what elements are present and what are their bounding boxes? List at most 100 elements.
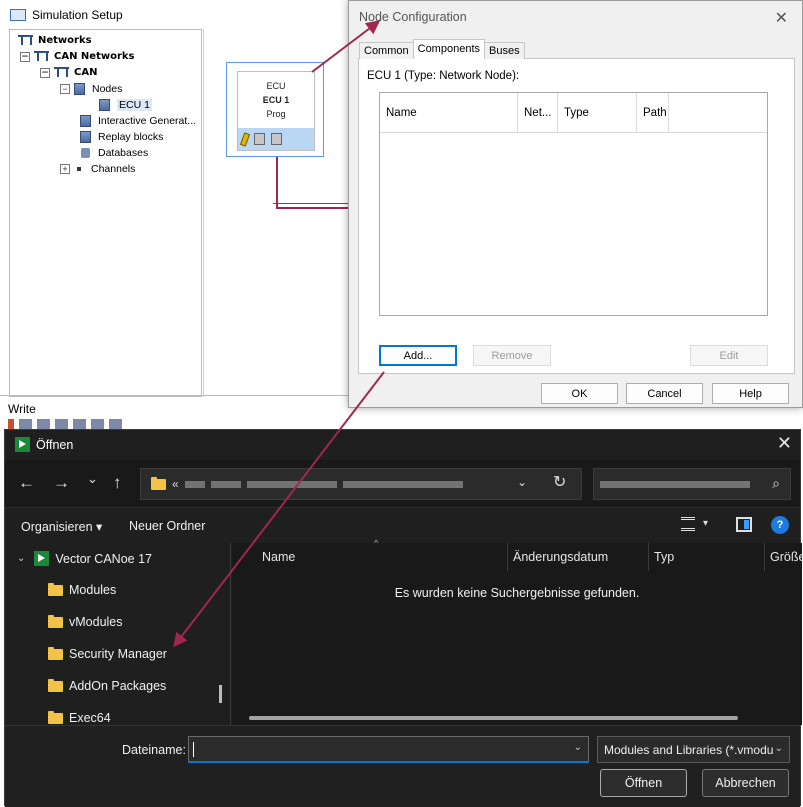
toolbar-icon[interactable] [8, 419, 14, 429]
tree-item-replay-blocks[interactable]: Replay blocks [80, 131, 163, 143]
preview-pane-icon[interactable] [736, 517, 752, 532]
replay-icon [80, 131, 91, 143]
sidebar-item-vmodules[interactable]: vModules [48, 614, 123, 629]
document-icon[interactable] [254, 133, 265, 145]
folder-icon [48, 646, 63, 660]
tab-common[interactable]: Common [359, 42, 414, 59]
tree-item-can-networks[interactable]: − CAN Networks [20, 51, 135, 62]
tree-item-interactive-generator[interactable]: Interactive Generat... [80, 115, 196, 127]
navigation-pane[interactable]: ⌄ Vector CANoe 17 Modules vModules Secur… [5, 543, 231, 725]
tree-item-label: CAN Networks [54, 51, 135, 62]
toolbar-icon[interactable] [55, 419, 68, 429]
component-icon[interactable] [271, 133, 282, 145]
sidebar-item-label: Exec64 [69, 711, 111, 725]
tree-item-databases[interactable]: Databases [81, 147, 148, 159]
open-button[interactable]: Öffnen [600, 769, 687, 797]
toolbar-icon[interactable] [91, 419, 104, 429]
toolbar-icon[interactable] [37, 419, 50, 429]
tab-components[interactable]: Components [412, 39, 485, 59]
sidebar-item-modules[interactable]: Modules [48, 582, 117, 597]
forward-arrow-icon[interactable]: → [53, 473, 70, 493]
collapse-icon[interactable]: − [20, 51, 30, 62]
cancel-button[interactable]: Abbrechen [702, 769, 789, 797]
add-button[interactable]: Add... [379, 345, 457, 366]
filename-input[interactable]: ⌄ [188, 736, 589, 763]
sidebar-item-security-manager[interactable]: Security Manager [48, 646, 167, 661]
write-toolbar [8, 419, 188, 429]
toolbar-icon[interactable] [109, 419, 122, 429]
collapse-icon[interactable]: − [60, 84, 70, 94]
search-input[interactable]: ⌕ [593, 468, 791, 500]
toolbar-icon[interactable] [19, 419, 32, 429]
tree-item-can[interactable]: − CAN [40, 67, 97, 78]
sidebar-item-vector-canoe[interactable]: ⌄ Vector CANoe 17 [17, 551, 152, 566]
toolbar-icon[interactable] [73, 419, 86, 429]
redacted-path-segment [342, 480, 463, 488]
components-table[interactable]: Name Net... Type Path [379, 92, 768, 316]
column-header-name[interactable]: ^ Name [232, 538, 508, 571]
sidebar-scrollbar[interactable] [219, 685, 222, 703]
help-icon[interactable]: ? [771, 516, 789, 534]
generator-icon [80, 115, 91, 127]
column-header-name[interactable]: Name [380, 93, 518, 133]
refresh-icon[interactable]: ↻ [553, 472, 566, 492]
folder-icon [48, 678, 63, 692]
redacted-path-segment [210, 480, 241, 488]
ecu-node-block[interactable]: ECU ECU 1 Prog [226, 62, 324, 157]
new-folder-button[interactable]: Neuer Ordner [129, 519, 205, 533]
column-header-type[interactable]: Type [558, 93, 637, 133]
node-icon [99, 99, 110, 111]
column-header-type[interactable]: Typ [649, 543, 765, 571]
tree-item-label: ECU 1 [117, 99, 152, 111]
redacted-path-segment [184, 480, 205, 488]
sidebar-item-addon-packages[interactable]: AddOn Packages [48, 678, 166, 693]
column-header-size[interactable]: Größe [765, 543, 802, 571]
view-chevron-icon[interactable]: ▾ [703, 518, 708, 529]
tree-item-channels[interactable]: + Channels [60, 163, 135, 175]
file-type-filter-select[interactable]: Modules and Libraries (*.vmodu ⌄ [597, 736, 790, 763]
tree-item-ecu1[interactable]: ECU 1 [99, 99, 152, 111]
sort-ascending-icon: ^ [374, 538, 379, 548]
column-header-modified[interactable]: Änderungsdatum [508, 543, 649, 571]
ok-button[interactable]: OK [541, 383, 618, 404]
tree-item-nodes[interactable]: − Nodes [60, 83, 122, 95]
filter-chevron-icon[interactable]: ⌄ [775, 743, 783, 754]
view-options-icon[interactable] [681, 517, 695, 531]
back-arrow-icon[interactable]: ← [18, 473, 35, 493]
ecu-icon-strip [238, 128, 314, 150]
column-header-network[interactable]: Net... [518, 93, 558, 133]
filename-history-chevron-icon[interactable]: ⌄ [574, 742, 582, 753]
network-tree[interactable]: Networks − CAN Networks − CAN − Nodes EC… [9, 29, 202, 397]
organize-menu-button[interactable]: Organisieren ▾ [21, 519, 102, 534]
command-bar: Organisieren ▾ Neuer Ordner ▾ ? [5, 513, 800, 543]
expanded-chevron-icon[interactable]: ⌄ [17, 553, 25, 564]
remove-button[interactable]: Remove [473, 345, 551, 366]
address-bar[interactable]: « [140, 468, 582, 500]
close-icon[interactable]: ✕ [777, 433, 792, 454]
navigation-bar: ← → ⌄ ↑ « ⌄ ↻ ⌕ [5, 460, 800, 508]
filename-label: Dateiname: [122, 743, 186, 757]
expand-icon[interactable]: + [60, 164, 70, 174]
search-icon[interactable]: ⌕ [772, 475, 780, 492]
tab-buses[interactable]: Buses [484, 42, 525, 59]
edit-button[interactable]: Edit [690, 345, 768, 366]
file-list-header: ^ Name Änderungsdatum Typ Größe [232, 538, 802, 571]
cancel-button[interactable]: Cancel [626, 383, 703, 404]
close-icon[interactable]: ✕ [775, 8, 788, 28]
bus-line [276, 207, 351, 209]
bus-connector-line [276, 157, 278, 209]
tree-item-networks[interactable]: Networks [18, 35, 92, 46]
up-arrow-icon[interactable]: ↑ [113, 473, 122, 493]
file-list[interactable]: ^ Name Änderungsdatum Typ Größe Es wurde… [232, 538, 802, 725]
collapse-icon[interactable]: − [40, 67, 50, 78]
pencil-icon[interactable] [239, 131, 251, 147]
sidebar-item-exec64[interactable]: Exec64 [48, 710, 111, 725]
address-chevron-icon[interactable]: ⌄ [517, 475, 527, 489]
column-header-path[interactable]: Path [637, 93, 669, 133]
recent-locations-chevron-icon[interactable]: ⌄ [87, 471, 98, 487]
sidebar-item-label: Modules [69, 583, 117, 597]
sidebar-item-label: Security Manager [69, 647, 167, 661]
help-button[interactable]: Help [712, 383, 789, 404]
horizontal-scrollbar[interactable] [249, 716, 738, 720]
tree-item-label: Networks [38, 35, 92, 46]
